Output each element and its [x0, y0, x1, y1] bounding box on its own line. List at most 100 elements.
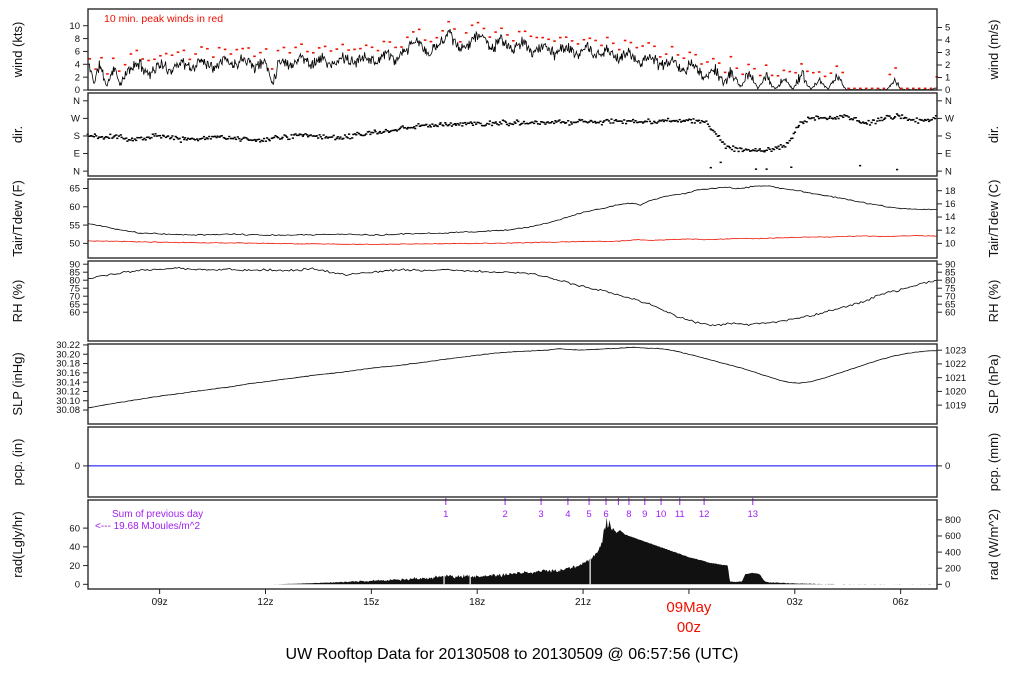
milestone-label: 13: [748, 509, 759, 520]
axis-title-right-rh: RH (%): [986, 280, 1001, 323]
solar_rad-area: [88, 517, 937, 585]
axis-title-left-rh: RH (%): [10, 280, 25, 323]
axis-title-left-wind: wind (kts): [10, 22, 25, 79]
panel-annotation: 10 min. peak winds in red: [104, 13, 223, 25]
panel-slp: 30.0830.1030.1230.1430.1630.1830.2030.22…: [10, 340, 1001, 425]
milestone-label: 10: [656, 509, 667, 520]
tair-line: [87, 185, 938, 237]
tick-label: 10: [945, 239, 956, 250]
tick-label: 0: [75, 461, 80, 472]
milestone-label: 2: [502, 509, 507, 520]
tick-label: 10: [69, 21, 80, 32]
milestone-label: 4: [565, 509, 570, 520]
panel-border: [87, 92, 938, 177]
tick-label: 400: [945, 547, 961, 558]
milestone-label: 12: [699, 509, 710, 520]
panel-rh: 6065707580859060657075808590RH (%) RH (%): [10, 259, 1001, 342]
panel-rad: 02040600200400600800rad(Lgly/hr) rad (W/m…: [10, 498, 1001, 591]
tick-label: 3: [945, 48, 950, 59]
tick-label: 1022: [945, 359, 966, 370]
x-tick-label: 06z: [893, 597, 909, 608]
tick-label: W: [71, 114, 80, 125]
x-tick-label: 15z: [363, 597, 379, 608]
tick-label: 55: [69, 220, 80, 231]
tick-label: 65: [69, 184, 80, 195]
tick-label: N: [73, 96, 80, 107]
milestone-label: 1: [443, 509, 448, 520]
axis-title-right-dir: dir.: [986, 126, 1001, 143]
panel-pcp: 0 0 pcp. (in) pcp. (mm): [10, 426, 1001, 498]
wind_dir_dots: [86, 113, 938, 153]
tick-label: 90: [69, 259, 80, 270]
axis-title-left-slp: SLP (inHg): [10, 352, 25, 415]
axis-title-right-rad: rad (W/m^2): [986, 509, 1001, 580]
meteogram-chart: 0246810012345wind (kts) wind (m/s)10 min.…: [10, 8, 1001, 636]
tick-label: 14: [945, 212, 956, 223]
rh-line: [87, 266, 938, 327]
tick-label: S: [945, 131, 951, 142]
milestone-label: 8: [626, 509, 631, 520]
chart-title: UW Rooftop Data for 20130508 to 20130509…: [285, 646, 739, 663]
tick-label: W: [945, 114, 954, 125]
tick-label: 50: [69, 239, 80, 250]
x-tick-label: 21z: [575, 597, 591, 608]
wind_dir_outliers: [709, 161, 899, 171]
tick-label: 12: [945, 225, 956, 236]
tick-label: 2: [945, 60, 950, 71]
axis-title-left-dir: dir.: [10, 126, 25, 143]
tick-label: 1019: [945, 400, 966, 411]
tick-label: 60: [69, 202, 80, 213]
wind_peak_10min: [88, 20, 939, 90]
tick-label: 8: [75, 34, 80, 45]
panel-dir: NWSENNWSENdir. dir.: [10, 92, 1001, 177]
tick-label: 0: [75, 85, 80, 96]
tick-label: 1020: [945, 387, 966, 398]
tick-label: 18: [945, 186, 956, 197]
tick-label: S: [74, 131, 80, 142]
tick-label: 0: [945, 580, 950, 591]
tick-label: 1023: [945, 345, 966, 356]
x-axis: 09z 12z 15z 18z 21z 09May 00z 03z 06z: [152, 589, 909, 636]
tick-label: 0: [75, 580, 80, 591]
axis-title-left-tair: Tair/Tdew (F): [10, 180, 25, 257]
x-tick-label: 03z: [787, 597, 803, 608]
x-tick-label: 18z: [469, 597, 485, 608]
panel-border: [87, 343, 938, 425]
tick-label: 0: [945, 85, 950, 96]
panel-tair: 50 55 60 65 10 12 14 16 18 Tair/Tdew (F) Tair/Tdew…: [10, 178, 1001, 259]
milestone-label: 3: [538, 509, 543, 520]
x-tick-label: 12z: [257, 597, 273, 608]
panel-annotation: <--- 19.68 MJoules/m^2: [95, 521, 200, 532]
tick-label: 2: [75, 72, 80, 83]
tick-label: 90: [945, 259, 956, 270]
x-tick-label: 09z: [152, 597, 168, 608]
tick-label: 16: [945, 199, 956, 210]
tick-label: 20: [69, 561, 80, 572]
milestone-label: 6: [603, 509, 608, 520]
slp-line: [88, 346, 938, 409]
tick-label: 0: [945, 461, 950, 472]
panel-border: [87, 426, 938, 498]
tick-label: 1021: [945, 373, 966, 384]
tick-label: E: [945, 149, 951, 160]
tick-label: 4: [945, 35, 950, 46]
x-tick-label-date: 00z: [677, 619, 701, 636]
panel-border: [87, 178, 938, 259]
milestone-label: 9: [642, 509, 647, 520]
tick-label: 5: [945, 23, 950, 34]
milestone-label: 11: [675, 509, 685, 520]
wind_avg-line: [87, 29, 938, 91]
tick-label: N: [945, 96, 952, 107]
tick-label: 800: [945, 515, 961, 526]
tick-label: E: [74, 149, 80, 160]
axis-title-right-pcp: pcp. (mm): [986, 433, 1001, 492]
axis-title-left-pcp: pcp. (in): [10, 439, 25, 486]
tdew-line: [87, 235, 937, 246]
axis-title-right-slp: SLP (hPa): [986, 354, 1001, 414]
tick-label: N: [945, 166, 952, 177]
axis-title-right-tair: Tair/Tdew (C): [986, 179, 1001, 257]
tick-label: 600: [945, 531, 961, 542]
tick-label: 30.22: [56, 340, 80, 351]
panel-annotation: Sum of previous day: [112, 509, 203, 520]
tick-label: 60: [69, 523, 80, 534]
